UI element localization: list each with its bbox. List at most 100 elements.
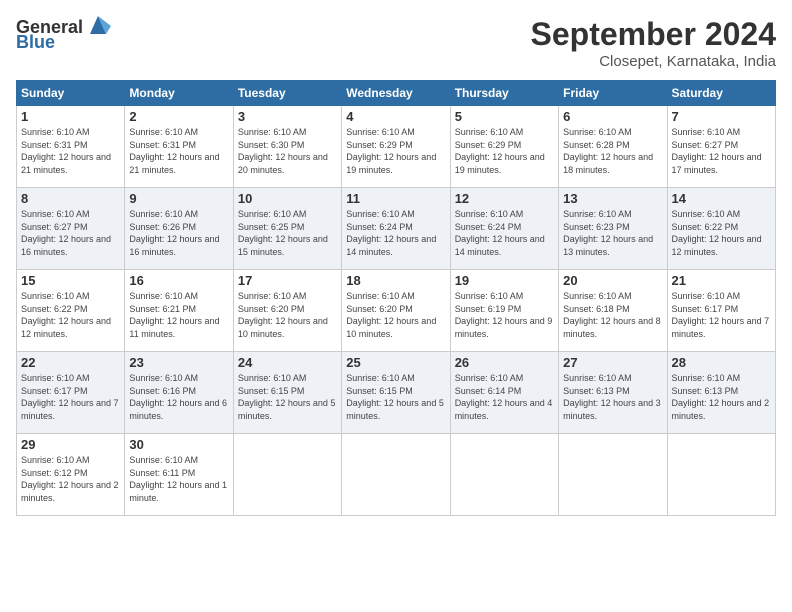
- calendar-cell: 11 Sunrise: 6:10 AMSunset: 6:24 PMDaylig…: [342, 188, 450, 270]
- logo-icon: [85, 12, 111, 38]
- calendar-cell: [233, 434, 341, 516]
- calendar-cell: 22 Sunrise: 6:10 AMSunset: 6:17 PMDaylig…: [17, 352, 125, 434]
- calendar-cell: 27 Sunrise: 6:10 AMSunset: 6:13 PMDaylig…: [559, 352, 667, 434]
- day-number: 17: [238, 273, 337, 288]
- col-friday: Friday: [559, 81, 667, 106]
- day-number: 16: [129, 273, 228, 288]
- calendar-cell: 2 Sunrise: 6:10 AMSunset: 6:31 PMDayligh…: [125, 106, 233, 188]
- calendar-cell: 17 Sunrise: 6:10 AMSunset: 6:20 PMDaylig…: [233, 270, 341, 352]
- calendar-cell: 13 Sunrise: 6:10 AMSunset: 6:23 PMDaylig…: [559, 188, 667, 270]
- calendar-cell: 4 Sunrise: 6:10 AMSunset: 6:29 PMDayligh…: [342, 106, 450, 188]
- day-number: 14: [672, 191, 771, 206]
- day-number: 21: [672, 273, 771, 288]
- calendar-cell: 29 Sunrise: 6:10 AMSunset: 6:12 PMDaylig…: [17, 434, 125, 516]
- day-number: 24: [238, 355, 337, 370]
- day-info: Sunrise: 6:10 AMSunset: 6:24 PMDaylight:…: [346, 209, 436, 257]
- month-year: September 2024: [531, 16, 776, 53]
- calendar-cell: 25 Sunrise: 6:10 AMSunset: 6:15 PMDaylig…: [342, 352, 450, 434]
- calendar-cell: 21 Sunrise: 6:10 AMSunset: 6:17 PMDaylig…: [667, 270, 775, 352]
- day-number: 23: [129, 355, 228, 370]
- calendar-cell: [342, 434, 450, 516]
- col-saturday: Saturday: [667, 81, 775, 106]
- day-info: Sunrise: 6:10 AMSunset: 6:17 PMDaylight:…: [21, 373, 119, 421]
- day-number: 30: [129, 437, 228, 452]
- day-info: Sunrise: 6:10 AMSunset: 6:29 PMDaylight:…: [455, 127, 545, 175]
- day-info: Sunrise: 6:10 AMSunset: 6:18 PMDaylight:…: [563, 291, 661, 339]
- day-info: Sunrise: 6:10 AMSunset: 6:16 PMDaylight:…: [129, 373, 227, 421]
- day-info: Sunrise: 6:10 AMSunset: 6:29 PMDaylight:…: [346, 127, 436, 175]
- col-tuesday: Tuesday: [233, 81, 341, 106]
- day-info: Sunrise: 6:10 AMSunset: 6:15 PMDaylight:…: [238, 373, 336, 421]
- calendar-cell: 8 Sunrise: 6:10 AMSunset: 6:27 PMDayligh…: [17, 188, 125, 270]
- day-number: 6: [563, 109, 662, 124]
- calendar-cell: 14 Sunrise: 6:10 AMSunset: 6:22 PMDaylig…: [667, 188, 775, 270]
- calendar-row: 1 Sunrise: 6:10 AMSunset: 6:31 PMDayligh…: [17, 106, 776, 188]
- day-number: 26: [455, 355, 554, 370]
- day-info: Sunrise: 6:10 AMSunset: 6:22 PMDaylight:…: [21, 291, 111, 339]
- calendar-cell: 18 Sunrise: 6:10 AMSunset: 6:20 PMDaylig…: [342, 270, 450, 352]
- calendar-cell: 16 Sunrise: 6:10 AMSunset: 6:21 PMDaylig…: [125, 270, 233, 352]
- day-number: 20: [563, 273, 662, 288]
- col-thursday: Thursday: [450, 81, 558, 106]
- calendar-cell: 10 Sunrise: 6:10 AMSunset: 6:25 PMDaylig…: [233, 188, 341, 270]
- day-number: 28: [672, 355, 771, 370]
- calendar-cell: 12 Sunrise: 6:10 AMSunset: 6:24 PMDaylig…: [450, 188, 558, 270]
- day-info: Sunrise: 6:10 AMSunset: 6:20 PMDaylight:…: [346, 291, 436, 339]
- location: Closepet, Karnataka, India: [531, 53, 776, 70]
- day-info: Sunrise: 6:10 AMSunset: 6:12 PMDaylight:…: [21, 455, 119, 503]
- day-number: 7: [672, 109, 771, 124]
- calendar-cell: 7 Sunrise: 6:10 AMSunset: 6:27 PMDayligh…: [667, 106, 775, 188]
- day-number: 10: [238, 191, 337, 206]
- calendar-row: 29 Sunrise: 6:10 AMSunset: 6:12 PMDaylig…: [17, 434, 776, 516]
- day-info: Sunrise: 6:10 AMSunset: 6:28 PMDaylight:…: [563, 127, 653, 175]
- calendar-cell: [450, 434, 558, 516]
- header: General Blue September 2024 Closepet, Ka…: [16, 16, 776, 70]
- day-info: Sunrise: 6:10 AMSunset: 6:22 PMDaylight:…: [672, 209, 762, 257]
- calendar-cell: 24 Sunrise: 6:10 AMSunset: 6:15 PMDaylig…: [233, 352, 341, 434]
- day-info: Sunrise: 6:10 AMSunset: 6:13 PMDaylight:…: [672, 373, 770, 421]
- calendar-row: 22 Sunrise: 6:10 AMSunset: 6:17 PMDaylig…: [17, 352, 776, 434]
- day-number: 1: [21, 109, 120, 124]
- calendar-cell: 1 Sunrise: 6:10 AMSunset: 6:31 PMDayligh…: [17, 106, 125, 188]
- day-number: 2: [129, 109, 228, 124]
- day-number: 5: [455, 109, 554, 124]
- day-number: 12: [455, 191, 554, 206]
- calendar-cell: 30 Sunrise: 6:10 AMSunset: 6:11 PMDaylig…: [125, 434, 233, 516]
- day-number: 18: [346, 273, 445, 288]
- day-number: 27: [563, 355, 662, 370]
- day-info: Sunrise: 6:10 AMSunset: 6:17 PMDaylight:…: [672, 291, 770, 339]
- day-info: Sunrise: 6:10 AMSunset: 6:31 PMDaylight:…: [21, 127, 111, 175]
- calendar-cell: 20 Sunrise: 6:10 AMSunset: 6:18 PMDaylig…: [559, 270, 667, 352]
- calendar-row: 15 Sunrise: 6:10 AMSunset: 6:22 PMDaylig…: [17, 270, 776, 352]
- day-info: Sunrise: 6:10 AMSunset: 6:25 PMDaylight:…: [238, 209, 328, 257]
- day-number: 19: [455, 273, 554, 288]
- col-wednesday: Wednesday: [342, 81, 450, 106]
- day-number: 9: [129, 191, 228, 206]
- day-number: 29: [21, 437, 120, 452]
- day-number: 8: [21, 191, 120, 206]
- day-info: Sunrise: 6:10 AMSunset: 6:14 PMDaylight:…: [455, 373, 553, 421]
- day-info: Sunrise: 6:10 AMSunset: 6:19 PMDaylight:…: [455, 291, 553, 339]
- day-info: Sunrise: 6:10 AMSunset: 6:31 PMDaylight:…: [129, 127, 219, 175]
- day-info: Sunrise: 6:10 AMSunset: 6:13 PMDaylight:…: [563, 373, 661, 421]
- day-info: Sunrise: 6:10 AMSunset: 6:20 PMDaylight:…: [238, 291, 328, 339]
- day-number: 15: [21, 273, 120, 288]
- day-number: 4: [346, 109, 445, 124]
- calendar-cell: 26 Sunrise: 6:10 AMSunset: 6:14 PMDaylig…: [450, 352, 558, 434]
- calendar-cell: [559, 434, 667, 516]
- day-info: Sunrise: 6:10 AMSunset: 6:30 PMDaylight:…: [238, 127, 328, 175]
- col-sunday: Sunday: [17, 81, 125, 106]
- day-info: Sunrise: 6:10 AMSunset: 6:21 PMDaylight:…: [129, 291, 219, 339]
- calendar-cell: 23 Sunrise: 6:10 AMSunset: 6:16 PMDaylig…: [125, 352, 233, 434]
- day-number: 11: [346, 191, 445, 206]
- day-info: Sunrise: 6:10 AMSunset: 6:15 PMDaylight:…: [346, 373, 444, 421]
- calendar-cell: 15 Sunrise: 6:10 AMSunset: 6:22 PMDaylig…: [17, 270, 125, 352]
- calendar-cell: 19 Sunrise: 6:10 AMSunset: 6:19 PMDaylig…: [450, 270, 558, 352]
- day-number: 25: [346, 355, 445, 370]
- calendar-cell: 5 Sunrise: 6:10 AMSunset: 6:29 PMDayligh…: [450, 106, 558, 188]
- day-number: 3: [238, 109, 337, 124]
- calendar-cell: 3 Sunrise: 6:10 AMSunset: 6:30 PMDayligh…: [233, 106, 341, 188]
- col-monday: Monday: [125, 81, 233, 106]
- calendar-cell: 6 Sunrise: 6:10 AMSunset: 6:28 PMDayligh…: [559, 106, 667, 188]
- calendar-header-row: Sunday Monday Tuesday Wednesday Thursday…: [17, 81, 776, 106]
